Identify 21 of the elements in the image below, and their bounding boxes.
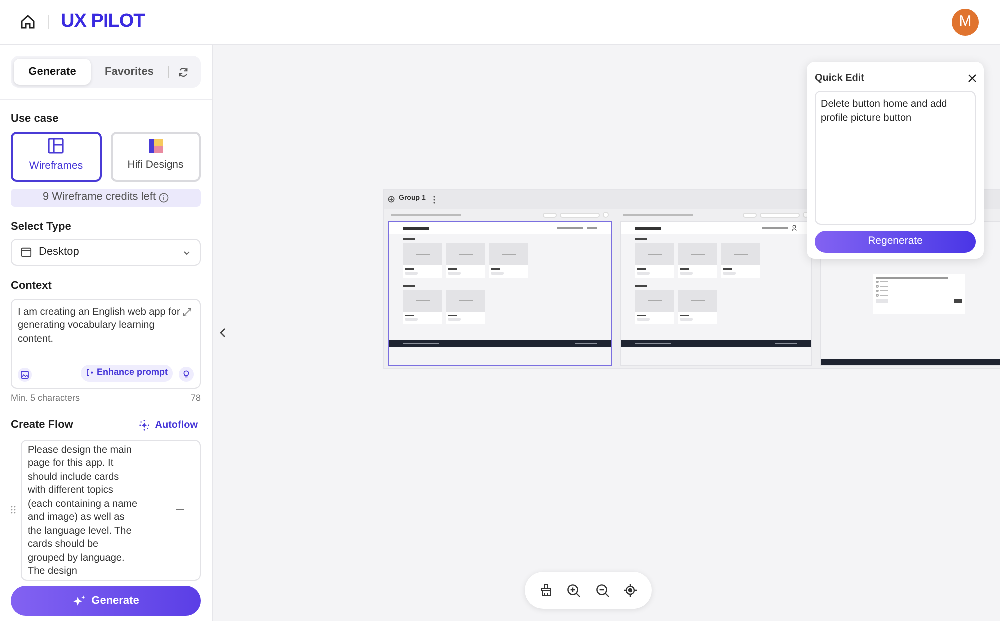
quick-edit-field[interactable]: Delete button home and add profile picture button [815,91,976,225]
section-label: Create Flow [11,418,74,433]
logo-text: UX PILOT [61,10,145,34]
section-label: Select Type [11,220,72,234]
enhance-prompt-button[interactable]: Enhance prompt [80,364,173,382]
hint-text: Min. 5 characters [11,392,80,404]
flow-step-field[interactable]: Please design the main page for this app. It should include cards with different topics (each containing a name and image) as well as the language level. The cards should be grouped by language. The design [21,440,201,581]
context-field[interactable]: I am creating an English web app for generating vocabulary learning content. Enhance prompt [11,298,201,388]
regenerate-button[interactable]: Regenerate [815,231,976,253]
type-select[interactable]: Desktop [11,239,201,266]
credits-text: 9 Wireframe credits left [42,190,156,206]
tab[interactable]: Generate [14,59,91,85]
panel-title: Quick Edit [815,72,864,86]
autoflow-button[interactable]: Autoflow [139,418,201,433]
use-case-option[interactable]: Wireframes [11,132,102,182]
generate-button[interactable]: Generate [11,586,201,616]
section-label: Context [11,279,53,294]
use-case-option[interactable]: Hifi Designs [110,132,201,182]
character-count: 78 [190,392,201,404]
section-label: Use case [11,112,60,127]
tab[interactable]: Favorites [91,59,168,85]
